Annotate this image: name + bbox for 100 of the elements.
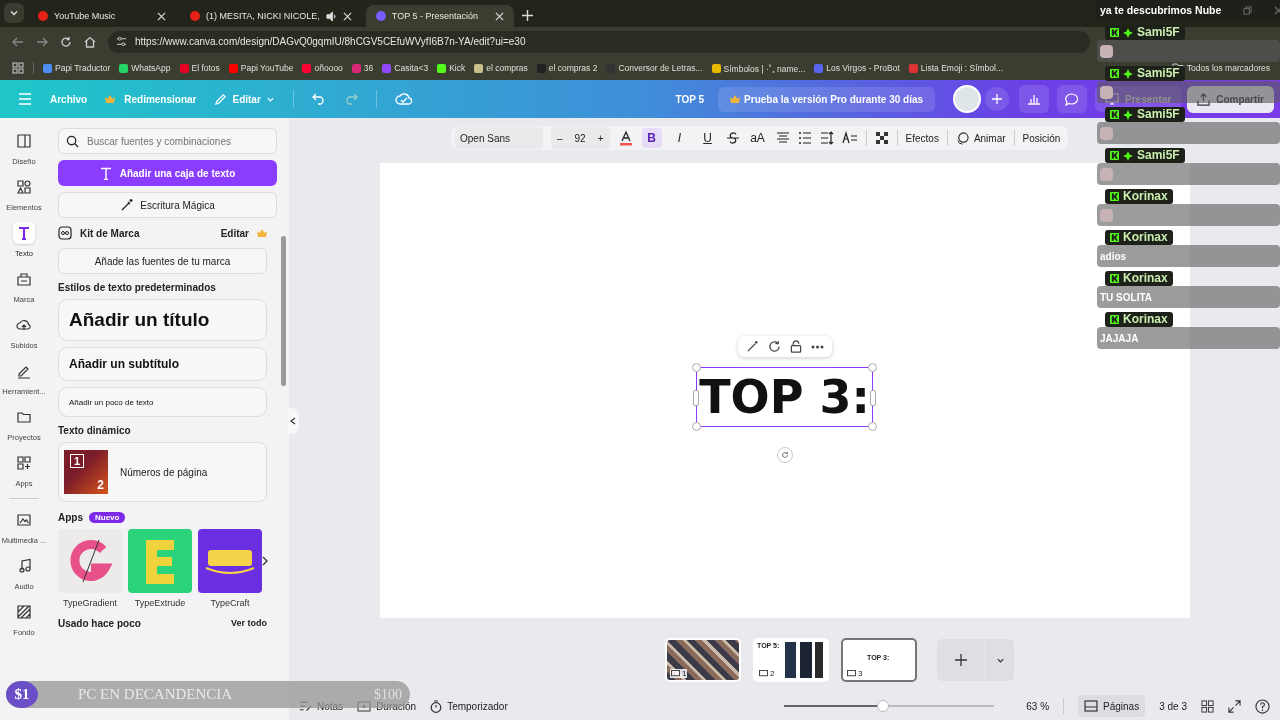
search-field[interactable]: Buscar fuentes y combinaciones — [58, 128, 277, 154]
bookmark-link[interactable]: Lista Emoji : Símbol... — [908, 63, 1004, 73]
apps-grid-icon[interactable] — [12, 62, 24, 74]
page-thumbnail[interactable]: 1 — [665, 638, 741, 682]
italic-button[interactable]: I — [669, 128, 690, 148]
zoom-percentage[interactable]: 63 % — [1026, 700, 1050, 712]
site-favicon-icon — [351, 63, 361, 73]
undo-icon[interactable] — [311, 93, 326, 105]
magic-wand-icon[interactable] — [745, 340, 759, 353]
fullscreen-icon[interactable] — [1228, 699, 1241, 713]
site-settings-icon[interactable] — [116, 36, 127, 47]
add-collaborator-button[interactable] — [985, 87, 1010, 111]
bold-button[interactable]: B — [641, 128, 662, 148]
underline-button[interactable]: U — [697, 128, 718, 148]
browser-tab[interactable]: TOP 5 - Presentación — [365, 5, 514, 27]
timer-button[interactable]: Temporizador — [430, 699, 508, 713]
brand-fonts-button[interactable]: Añade las fuentes de tu marca — [58, 248, 267, 274]
chat-message-overlay: TU SOLITA — [1097, 286, 1280, 308]
strikethrough-icon[interactable] — [725, 131, 740, 145]
chevron-down-icon — [9, 8, 19, 18]
bookmark-link[interactable]: oñoooo — [302, 63, 343, 73]
bookmark-link[interactable]: Conversor de Letras... — [606, 63, 703, 73]
transparency-icon[interactable] — [874, 131, 889, 145]
chat-username: Sami5F — [1137, 67, 1180, 80]
bookmark-link[interactable]: Los Virgos - ProBot — [814, 63, 900, 73]
effects-button[interactable]: Efectos — [905, 132, 939, 144]
site-favicon-icon — [382, 63, 392, 73]
pages-button[interactable]: Páginas — [1078, 695, 1146, 717]
insights-button[interactable] — [1019, 85, 1050, 113]
shapes-icon — [16, 179, 32, 195]
slide-icon — [759, 669, 768, 678]
bookmark-link[interactable]: Papi Traductor — [43, 63, 111, 73]
zoom-slider[interactable] — [784, 699, 995, 713]
collapse-panel-button[interactable] — [287, 408, 299, 434]
bookmark-link[interactable]: Casita<3 — [382, 63, 429, 73]
badge-icon — [1110, 233, 1119, 242]
browser-tab[interactable]: YouTube Music — [28, 5, 176, 27]
add-text-box-button[interactable]: Añadir una caja de texto — [58, 160, 277, 186]
url-text: https://www.canva.com/design/DAGvQ0gqmIU/8hCGV5CEfuWVyfI6B7n-YA/edit?ui=e30 — [135, 36, 526, 47]
add-page-button[interactable] — [937, 639, 985, 681]
pages-icon — [1084, 700, 1099, 712]
design-title[interactable]: TOP 5 — [675, 93, 705, 105]
tab-title: (1) MESITA, NICKI NICOLE, — [206, 11, 320, 21]
cloud-saved-icon[interactable] — [394, 92, 413, 106]
text-spacing-icon[interactable] — [841, 131, 858, 145]
bookmark-link[interactable]: El fotos — [179, 63, 220, 73]
rotate-icon[interactable] — [767, 340, 781, 353]
search-icon — [66, 135, 79, 148]
bookmark-link[interactable]: 36 — [351, 63, 374, 73]
align-center-icon[interactable] — [775, 131, 790, 145]
back-icon[interactable] — [12, 35, 24, 48]
scrollbar[interactable] — [281, 236, 286, 386]
letter-case-button[interactable]: aA — [747, 128, 768, 148]
bookmark-link[interactable]: Kick — [437, 63, 466, 73]
bookmark-link[interactable]: el compras 2 — [536, 63, 598, 73]
comments-button[interactable] — [1057, 85, 1088, 113]
more-icon[interactable] — [810, 344, 824, 349]
reload-icon[interactable] — [60, 35, 72, 48]
sparkle-icon — [1123, 27, 1133, 38]
address-bar[interactable]: https://www.canva.com/design/DAGvQ0gqmIU/8hCGV5CEfuWVyfI6B7n-YA/edit?ui=e30 — [108, 30, 1090, 53]
font-dropdown[interactable]: Open Sans — [455, 127, 543, 149]
avatar-icon[interactable] — [953, 85, 982, 113]
font-size-field[interactable]: – 92 + — [551, 127, 610, 149]
bookmark-link[interactable]: Símbolos | ·˚₊ name... — [711, 62, 806, 74]
new-tab-icon[interactable] — [521, 10, 533, 21]
rotate-handle[interactable] — [776, 447, 793, 463]
chevron-right-icon[interactable] — [261, 556, 269, 566]
home-icon[interactable] — [84, 35, 96, 48]
grid-view-icon[interactable] — [1201, 699, 1214, 713]
page-numbers-option[interactable]: 1 2 Números de página — [58, 442, 267, 502]
line-spacing-icon[interactable] — [819, 131, 834, 145]
edit-link[interactable]: Editar — [220, 227, 249, 239]
text-style-option[interactable]: Añadir un poco de texto — [58, 387, 267, 417]
text-style-option[interactable]: Añadir un subtítulo — [58, 347, 267, 381]
bookmark-link[interactable]: el compras — [474, 63, 528, 73]
page-counter[interactable]: 3 de 3 — [1159, 700, 1187, 712]
bookmark-link[interactable]: WhatsApp — [119, 63, 171, 73]
brand-icon — [16, 271, 32, 287]
tab-list-button[interactable] — [4, 3, 24, 23]
page-number: 3 — [858, 669, 863, 678]
speaker-icon[interactable] — [325, 10, 337, 22]
magic-write-button[interactable]: Escritura Mágica — [58, 192, 277, 218]
text-color-icon[interactable] — [617, 130, 634, 146]
bar-chart-icon — [1027, 93, 1042, 105]
help-icon[interactable] — [1255, 698, 1270, 714]
see-all-link[interactable]: Ver todo — [231, 618, 267, 628]
lock-icon[interactable] — [789, 340, 802, 353]
bookmark-link[interactable]: Papi YouTube — [228, 63, 294, 73]
pro-trial-button[interactable]: Prueba la versión Pro durante 30 días — [718, 86, 936, 112]
site-favicon-icon — [474, 63, 484, 73]
forward-icon[interactable] — [36, 35, 48, 48]
slide-icon — [847, 669, 856, 678]
text-style-option[interactable]: Añadir un título — [58, 299, 267, 341]
animate-button[interactable]: Animar — [955, 131, 1006, 145]
bullet-list-icon[interactable] — [797, 131, 812, 145]
restore-icon[interactable] — [1243, 5, 1253, 15]
photo-placeholder — [667, 640, 739, 680]
browser-tab[interactable]: (1) MESITA, NICKI NICOLE, — [180, 5, 362, 27]
position-button[interactable]: Posición — [1022, 132, 1061, 144]
sparkle-icon — [1123, 68, 1133, 79]
